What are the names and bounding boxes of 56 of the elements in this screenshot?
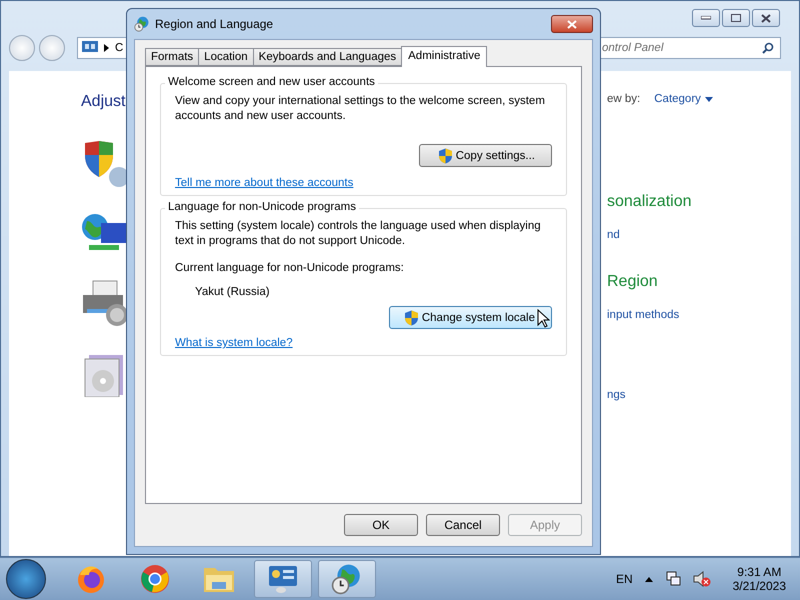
- dropdown-arrow-icon: [704, 96, 713, 102]
- chevron-icon: [104, 44, 109, 52]
- view-by-dropdown[interactable]: Category: [654, 93, 713, 105]
- tab[interactable]: Administrative: [401, 46, 488, 67]
- printer-icon: [81, 279, 129, 327]
- chrome-icon: [139, 563, 171, 595]
- control-panel-icon: [267, 564, 299, 594]
- change-system-locale-button[interactable]: Change system locale: [388, 306, 552, 329]
- category-title[interactable]: Region: [607, 273, 713, 291]
- maximize-icon: [731, 14, 741, 22]
- copy-settings-button[interactable]: Copy settings...: [418, 144, 552, 167]
- page-heading: Adjust: [81, 93, 126, 111]
- close-icon: [761, 14, 771, 22]
- description-text: This setting (system locale) controls the language used when displaying text in programs that do not support Unicode.: [175, 219, 542, 249]
- category-link[interactable]: nd: [607, 229, 713, 241]
- close-button[interactable]: [551, 15, 593, 33]
- close-button[interactable]: [752, 9, 780, 27]
- tab[interactable]: Location: [198, 48, 254, 66]
- maximize-button[interactable]: [722, 9, 750, 27]
- minimize-icon: [701, 16, 711, 20]
- globe-clock-icon: [134, 16, 150, 32]
- category-title[interactable]: sonalization: [607, 193, 713, 211]
- dialog-title: Region and Language: [155, 17, 274, 31]
- network-icon[interactable]: [664, 571, 681, 587]
- tab[interactable]: Keyboards and Languages: [252, 48, 402, 66]
- dialog-button[interactable]: Cancel: [426, 514, 500, 536]
- language-indicator[interactable]: EN: [616, 572, 633, 586]
- current-language-value: Yakut (Russia): [195, 286, 271, 298]
- current-language-label: Current language for non-Unicode programs:: [175, 261, 405, 276]
- globe-network-icon: [81, 213, 129, 253]
- close-icon: [567, 20, 577, 28]
- help-link[interactable]: Tell me more about these accounts: [175, 177, 354, 189]
- category-link[interactable]: ngs: [607, 389, 713, 401]
- clock-date: 3/21/2023: [732, 579, 786, 593]
- tray-arrow-icon[interactable]: [644, 576, 653, 582]
- search-icon: [762, 42, 774, 54]
- description-text: View and copy your international settings to the welcome screen, system accounts and new user accounts.: [175, 94, 546, 124]
- dialog-button[interactable]: OK: [344, 514, 418, 536]
- group-title: Welcome screen and new user accounts: [165, 76, 378, 88]
- muted-speaker-icon[interactable]: [692, 571, 711, 587]
- clock-time: 9:31 AM: [737, 565, 782, 579]
- help-link[interactable]: What is system locale?: [175, 337, 293, 349]
- taskbar-button[interactable]: [254, 560, 312, 598]
- globe-clock-icon: [331, 563, 363, 595]
- category-link[interactable]: input methods: [607, 309, 713, 321]
- start-button[interactable]: [6, 559, 46, 599]
- shield-icon: [438, 148, 453, 164]
- mouse-cursor-icon: [537, 309, 550, 328]
- address-text: C: [115, 42, 124, 54]
- control-panel-icon: [82, 41, 98, 55]
- minimize-button[interactable]: [692, 9, 720, 27]
- tab[interactable]: Formats: [145, 48, 200, 66]
- group-title: Language for non-Unicode programs: [165, 201, 359, 213]
- shield-icon: [404, 310, 419, 326]
- view-by-label: ew by:: [607, 93, 640, 105]
- taskbar-button[interactable]: [318, 560, 376, 598]
